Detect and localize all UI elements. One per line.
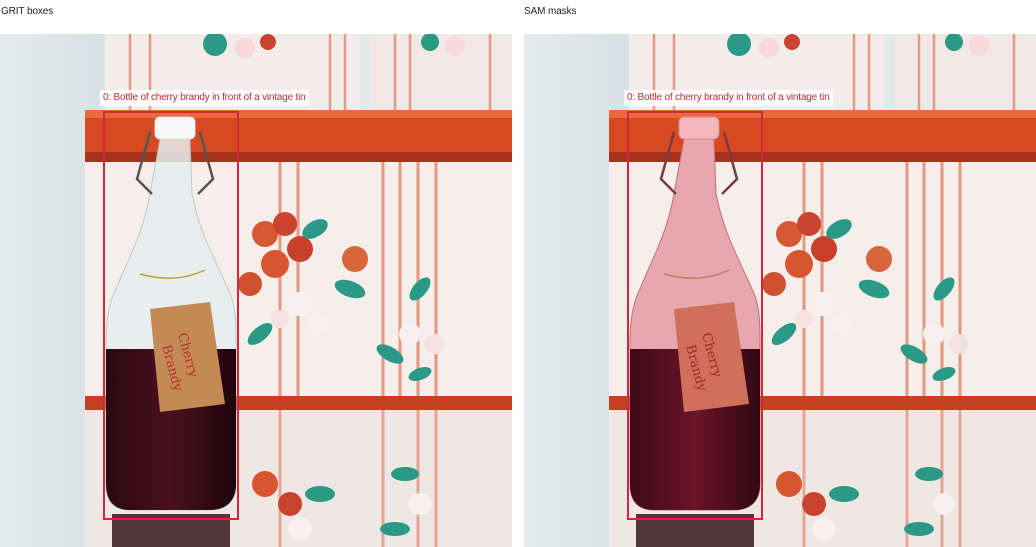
detection-box xyxy=(103,111,239,520)
detection-label: 0: Bottle of cherry brandy in front of a… xyxy=(100,90,309,106)
grit-boxes-panel: Cherry Brandy 0: Bottle of cherry brandy… xyxy=(0,34,512,547)
scene-image-masked: Cherry Brandy xyxy=(524,34,1036,547)
panel-title-sam-masks: SAM masks xyxy=(524,6,577,17)
mask-detection-label: 0: Bottle of cherry brandy in front of a… xyxy=(624,90,833,106)
panel-title-grit-boxes: GRIT boxes xyxy=(1,6,54,17)
sam-masks-panel: Cherry Brandy 0: Bottle of cherry brandy… xyxy=(524,34,1036,547)
scene-image: Cherry Brandy xyxy=(0,34,512,547)
mask-detection-box xyxy=(627,111,763,520)
